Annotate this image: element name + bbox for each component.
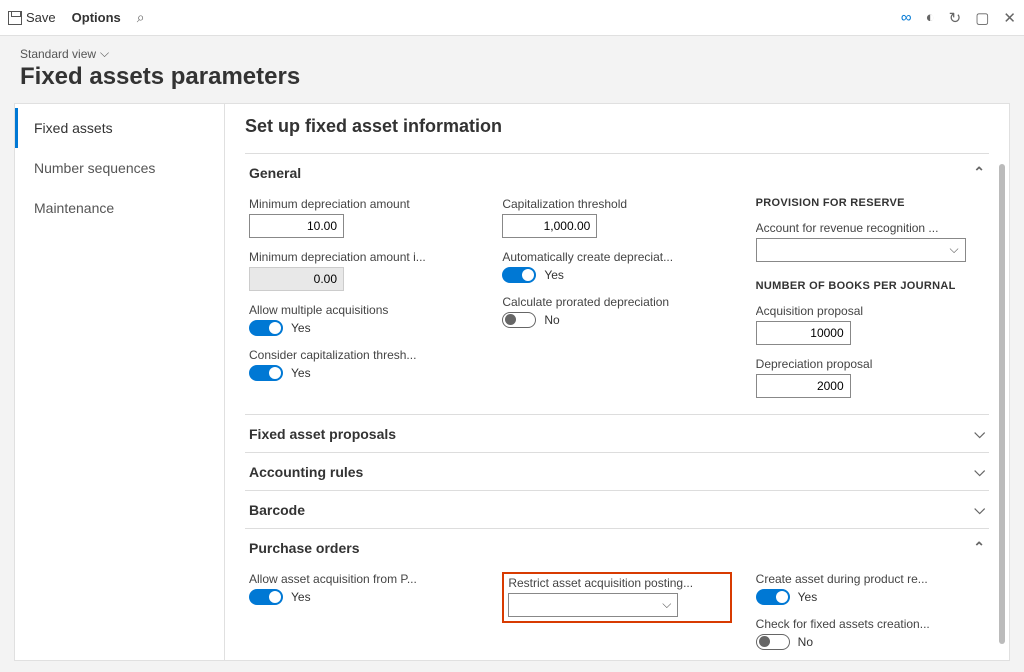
- save-icon: [8, 11, 22, 25]
- section-title: Barcode: [249, 502, 305, 518]
- acq-proposal-input[interactable]: [756, 321, 851, 345]
- general-col3: PROVISION FOR RESERVE Account for revenu…: [756, 197, 985, 398]
- consider-cap-toggle[interactable]: [249, 365, 283, 381]
- allow-multi-toggle[interactable]: [249, 320, 283, 336]
- create-asset-toggle[interactable]: [756, 589, 790, 605]
- page-header: Standard view ⌵ Fixed assets parameters: [0, 36, 1024, 95]
- section-title: Purchase orders: [249, 540, 360, 556]
- calc-prorated-field: Calculate prorated depreciation No: [502, 295, 731, 328]
- restrict-select[interactable]: [508, 593, 678, 617]
- acq-proposal-field: Acquisition proposal: [756, 304, 985, 345]
- search-icon: ⌕: [137, 9, 145, 25]
- chevron-up-icon: ⌃: [973, 539, 985, 556]
- close-icon[interactable]: ✕: [1003, 9, 1016, 27]
- section-title: General: [249, 165, 301, 181]
- cap-thresh-field: Capitalization threshold: [502, 197, 731, 238]
- consider-cap-field: Consider capitalization thresh... Yes: [249, 348, 478, 381]
- create-asset-field: Create asset during product re... Yes: [756, 572, 985, 605]
- cap-thresh-input[interactable]: [502, 214, 597, 238]
- section-purchase-orders-body: Allow asset acquisition from P... Yes Re…: [245, 566, 989, 660]
- section-purchase-orders: Purchase orders ⌃ Allow asset acquisitio…: [245, 528, 989, 660]
- section-general-header[interactable]: General ⌃: [245, 154, 989, 191]
- view-label: Standard view: [20, 47, 96, 61]
- section-title: Fixed asset proposals: [249, 426, 396, 442]
- calc-prorated-toggle[interactable]: [502, 312, 536, 328]
- options-button[interactable]: Options: [72, 10, 121, 25]
- general-col1: Minimum depreciation amount Minimum depr…: [249, 197, 478, 398]
- po-col1: Allow asset acquisition from P... Yes: [249, 572, 478, 650]
- restrict-highlight: Restrict asset acquisition posting...: [502, 572, 731, 623]
- min-depr-in-field: Minimum depreciation amount i...: [249, 250, 478, 291]
- general-col2: Capitalization threshold Automatically c…: [502, 197, 731, 398]
- book-icon[interactable]: ◐: [926, 9, 935, 26]
- save-label: Save: [26, 10, 56, 25]
- po-col3: Create asset during product re... Yes Ch…: [756, 572, 985, 650]
- sidebar: Fixed assets Number sequences Maintenanc…: [15, 104, 225, 660]
- scrollbar[interactable]: [999, 164, 1005, 644]
- depr-proposal-field: Depreciation proposal: [756, 357, 985, 398]
- auto-create-field: Automatically create depreciat... Yes: [502, 250, 731, 283]
- min-depr-input[interactable]: [249, 214, 344, 238]
- section-purchase-orders-header[interactable]: Purchase orders ⌃: [245, 529, 989, 566]
- chevron-up-icon: ⌃: [973, 164, 985, 181]
- allow-multi-field: Allow multiple acquisitions Yes: [249, 303, 478, 336]
- depr-proposal-input[interactable]: [756, 374, 851, 398]
- allow-asset-acq-toggle[interactable]: [249, 589, 283, 605]
- provision-title: PROVISION FOR RESERVE: [756, 197, 985, 209]
- section-barcode: Barcode ⌵: [245, 490, 989, 528]
- chevron-down-icon: ⌵: [100, 46, 109, 61]
- check-fixed-toggle[interactable]: [756, 634, 790, 650]
- toolbar-right: ∞ ◐ ↻ ▢ ✕: [901, 9, 1016, 27]
- toolbar: Save Options ⌕ ∞ ◐ ↻ ▢ ✕: [0, 0, 1024, 36]
- section-fixed-asset-proposals-header[interactable]: Fixed asset proposals ⌵: [245, 415, 989, 452]
- section-accounting-rules: Accounting rules ⌵: [245, 452, 989, 490]
- allow-asset-acq-field: Allow asset acquisition from P... Yes: [249, 572, 478, 605]
- save-button[interactable]: Save: [8, 10, 56, 25]
- main-panel: Fixed assets Number sequences Maintenanc…: [14, 103, 1010, 661]
- link-icon[interactable]: ∞: [901, 9, 912, 26]
- section-barcode-header[interactable]: Barcode ⌵: [245, 491, 989, 528]
- account-rev-field: Account for revenue recognition ...: [756, 221, 985, 262]
- chevron-down-icon: ⌵: [974, 463, 985, 480]
- section-title: Accounting rules: [249, 464, 363, 480]
- section-accounting-rules-header[interactable]: Accounting rules ⌵: [245, 453, 989, 490]
- sidebar-item-maintenance[interactable]: Maintenance: [15, 188, 224, 228]
- content-area: Set up fixed asset information General ⌃…: [225, 104, 1009, 660]
- refresh-icon[interactable]: ↻: [949, 9, 962, 27]
- auto-create-toggle[interactable]: [502, 267, 536, 283]
- restrict-field: Restrict asset acquisition posting...: [508, 576, 721, 617]
- view-selector[interactable]: Standard view ⌵: [20, 46, 1004, 61]
- min-depr-in-input: [249, 267, 344, 291]
- account-rev-select[interactable]: [756, 238, 966, 262]
- page-title: Fixed assets parameters: [20, 63, 1004, 91]
- po-col2: Restrict asset acquisition posting...: [502, 572, 731, 650]
- search-button[interactable]: ⌕: [137, 9, 145, 26]
- section-fixed-asset-proposals: Fixed asset proposals ⌵: [245, 414, 989, 452]
- content-title: Set up fixed asset information: [245, 116, 989, 137]
- attach-icon[interactable]: ▢: [975, 9, 989, 27]
- min-depr-field: Minimum depreciation amount: [249, 197, 478, 238]
- chevron-down-icon: ⌵: [974, 501, 985, 518]
- section-general: General ⌃ Minimum depreciation amount Mi…: [245, 153, 989, 414]
- chevron-down-icon: ⌵: [974, 425, 985, 442]
- sidebar-item-number-sequences[interactable]: Number sequences: [15, 148, 224, 188]
- check-fixed-field: Check for fixed assets creation... No: [756, 617, 985, 650]
- sidebar-item-fixed-assets[interactable]: Fixed assets: [15, 108, 224, 148]
- num-books-title: NUMBER OF BOOKS PER JOURNAL: [756, 280, 985, 292]
- section-general-body: Minimum depreciation amount Minimum depr…: [245, 191, 989, 414]
- toolbar-left: Save Options ⌕: [8, 9, 145, 26]
